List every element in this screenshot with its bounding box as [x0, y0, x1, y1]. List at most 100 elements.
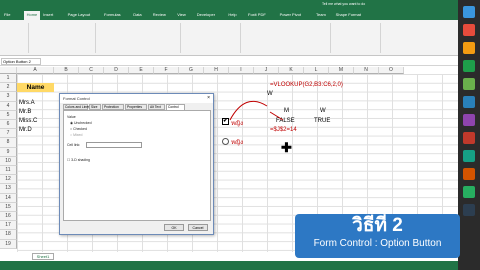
cell-link-input[interactable]: [86, 142, 142, 148]
unchecked-option[interactable]: ◉ Unchecked: [70, 121, 92, 125]
tab-review[interactable]: Review: [153, 12, 166, 17]
app-icon[interactable]: [463, 96, 475, 108]
app-icon[interactable]: [463, 168, 475, 180]
row-header[interactable]: 2: [0, 83, 17, 93]
separator: [95, 23, 96, 53]
app-icon[interactable]: [463, 24, 475, 36]
shading-label: 3-D shading: [71, 158, 90, 162]
ok-button[interactable]: OK: [164, 224, 184, 231]
tab-page-layout[interactable]: Page Layout: [68, 12, 90, 17]
dialog-title: Format Control: [60, 94, 213, 103]
true-label: TRUE: [314, 118, 331, 124]
tab-developer[interactable]: Developer: [197, 12, 215, 17]
row-header[interactable]: 5: [0, 110, 17, 120]
row-header[interactable]: 9: [0, 147, 17, 157]
format-control-dialog: Format Control × Colors and Lines Size Pro…: [59, 93, 214, 235]
tab-foxit-pdf[interactable]: Foxit PDF: [248, 12, 266, 17]
tab-insert[interactable]: Insert: [43, 12, 53, 17]
column-header[interactable]: B: [54, 67, 79, 74]
column-header[interactable]: O: [379, 67, 404, 74]
row-header[interactable]: 15: [0, 202, 17, 212]
row-header[interactable]: 10: [0, 156, 17, 166]
name-cell[interactable]: Mr.D: [19, 127, 32, 133]
row-header[interactable]: 4: [0, 101, 17, 111]
tab-shape-format[interactable]: Shape Format: [336, 12, 361, 17]
app-icon[interactable]: [463, 114, 475, 126]
form-option-button[interactable]: [222, 138, 229, 145]
separator: [240, 23, 241, 53]
row-header[interactable]: 17: [0, 221, 17, 231]
row-header[interactable]: 19: [0, 239, 17, 249]
sheet-tab[interactable]: Sheet1: [32, 253, 54, 260]
form-checkbox[interactable]: ✔: [222, 118, 229, 125]
tab-data[interactable]: Data: [133, 12, 141, 17]
separator: [330, 23, 331, 53]
mixed-label: Mixed: [73, 133, 83, 137]
taskbar: [458, 0, 480, 270]
tab-file[interactable]: File: [4, 12, 10, 17]
ribbon-tabs: File Home Insert Page Layout Formulas Data Rev…: [0, 10, 458, 20]
column-header[interactable]: F: [154, 67, 179, 74]
column-header[interactable]: J: [254, 67, 279, 74]
row-header[interactable]: 1: [0, 74, 17, 84]
row-header[interactable]: 18: [0, 230, 17, 240]
column-header[interactable]: K: [279, 67, 304, 74]
name-header-cell[interactable]: Name: [17, 83, 54, 92]
app-icon[interactable]: [463, 78, 475, 90]
row-header[interactable]: 6: [0, 120, 17, 130]
app-icon[interactable]: [463, 204, 475, 216]
name-box[interactable]: Option Button 2: [1, 58, 41, 65]
move-cursor-icon: ✚: [281, 140, 292, 155]
app-icon[interactable]: [463, 150, 475, 162]
column-header[interactable]: A: [17, 67, 54, 74]
row-header[interactable]: 7: [0, 129, 17, 139]
app-icon[interactable]: [463, 6, 475, 18]
row-header[interactable]: 12: [0, 175, 17, 185]
tab-help[interactable]: Help: [228, 12, 236, 17]
banner-subtitle: Form Control : Option Button: [313, 238, 442, 249]
name-cell[interactable]: Miss.C: [19, 118, 37, 124]
checked-label: Checked: [73, 127, 87, 131]
column-header[interactable]: D: [104, 67, 129, 74]
tab-home[interactable]: Home: [23, 11, 41, 20]
column-header[interactable]: L: [304, 67, 329, 74]
cancel-button[interactable]: Cancel: [188, 224, 208, 231]
name-cell[interactable]: Mrs.A: [19, 100, 35, 106]
vlookup-formula: =VLOOKUP(G2,B3:C6,2,0): [270, 82, 343, 88]
app-icon[interactable]: [463, 42, 475, 54]
column-header[interactable]: E: [129, 67, 154, 74]
column-header[interactable]: M: [329, 67, 354, 74]
excel-icon[interactable]: [463, 60, 475, 72]
checkbox-label: หญิง: [231, 121, 243, 127]
cell-link-label: Cell link:: [67, 143, 81, 147]
formula-bar: Option Button 2: [0, 57, 458, 66]
app-icon[interactable]: [463, 186, 475, 198]
tell-me-box[interactable]: Tell me what you want to do: [322, 2, 365, 6]
dialog-close-icon[interactable]: ×: [207, 95, 210, 101]
tab-team[interactable]: Team: [316, 12, 326, 17]
column-header[interactable]: N: [354, 67, 379, 74]
row-header[interactable]: 16: [0, 212, 17, 222]
tab-power-pivot[interactable]: Power Pivot: [280, 12, 301, 17]
w-label-2: W: [320, 108, 326, 114]
tab-view[interactable]: View: [177, 12, 186, 17]
row-header[interactable]: 11: [0, 166, 17, 176]
select-all-corner[interactable]: [0, 67, 17, 74]
name-cell[interactable]: Mr.B: [19, 109, 31, 115]
row-header[interactable]: 3: [0, 92, 17, 102]
app-icon[interactable]: [463, 132, 475, 144]
banner-title: วิธีที่ 2: [352, 215, 403, 236]
mixed-option: ○ Mixed: [70, 133, 83, 137]
checked-option[interactable]: ○ Checked: [70, 127, 87, 131]
tab-formulas[interactable]: Formulas: [104, 12, 121, 17]
ribbon: [0, 20, 458, 56]
row-header[interactable]: 14: [0, 193, 17, 203]
column-header[interactable]: I: [229, 67, 254, 74]
shading-checkbox[interactable]: ☐ 3-D shading: [67, 158, 90, 162]
column-header[interactable]: H: [204, 67, 229, 74]
column-header[interactable]: G: [179, 67, 204, 74]
separator: [380, 23, 381, 53]
row-header[interactable]: 8: [0, 138, 17, 148]
row-header[interactable]: 13: [0, 184, 17, 194]
column-header[interactable]: C: [79, 67, 104, 74]
